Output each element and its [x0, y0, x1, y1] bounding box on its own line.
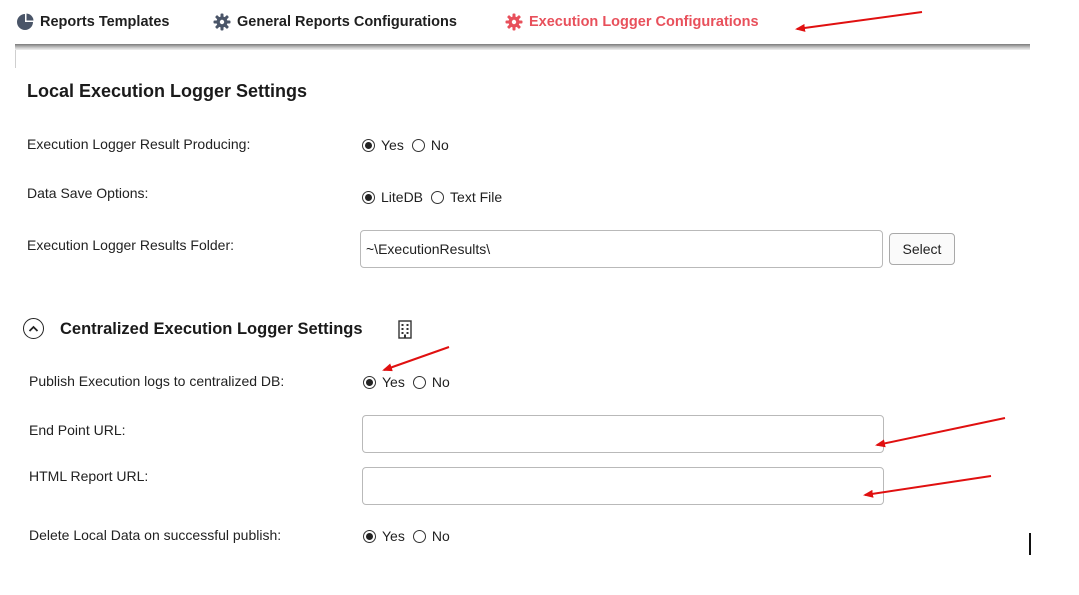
delete-local-no-radio[interactable] [412, 529, 426, 543]
annotation-arrow-endpoint [875, 417, 1006, 448]
delete-local-yes-radio[interactable] [363, 529, 376, 543]
endpoint-url-label: End Point URL: [29, 422, 126, 438]
text-file-radio[interactable] [431, 190, 445, 204]
publish-radio-group: Yes No [363, 374, 458, 390]
text-cursor [1029, 533, 1031, 555]
delete-local-radio-group: Yes No [363, 528, 458, 544]
tab-general-reports-configurations[interactable]: General Reports Configurations [213, 10, 457, 34]
result-producing-yes-radio[interactable] [362, 138, 375, 152]
tab-label: Execution Logger Configurations [529, 14, 759, 30]
results-folder-label: Execution Logger Results Folder: [27, 237, 234, 253]
save-options-label: Data Save Options: [27, 185, 149, 201]
panel-edge [15, 50, 16, 68]
pie-chart-icon [16, 13, 34, 31]
yes-label: Yes [382, 528, 405, 544]
central-settings-title: Centralized Execution Logger Settings [60, 320, 363, 338]
publish-no-radio[interactable] [412, 375, 426, 389]
litedb-label: LiteDB [381, 189, 424, 205]
yes-label: Yes [381, 137, 404, 153]
yes-label: Yes [382, 374, 405, 390]
html-report-url-label: HTML Report URL: [29, 468, 149, 484]
gear-icon [505, 13, 523, 31]
no-label: No [430, 137, 449, 153]
collapse-toggle-button[interactable] [23, 318, 44, 339]
html-report-url-input[interactable] [362, 467, 884, 505]
chevron-up-icon [28, 325, 39, 332]
annotation-arrow-publish [382, 346, 450, 372]
text-file-label: Text File [450, 189, 503, 205]
endpoint-url-input[interactable] [362, 415, 884, 453]
tab-label: Reports Templates [40, 14, 170, 30]
tab-label: General Reports Configurations [237, 14, 457, 30]
delete-local-label: Delete Local Data on successful publish: [29, 527, 282, 543]
result-producing-no-radio[interactable] [411, 138, 425, 152]
select-folder-button[interactable]: Select [889, 233, 955, 265]
result-producing-label: Execution Logger Result Producing: [27, 136, 251, 152]
publish-label: Publish Execution logs to centralized DB… [29, 373, 285, 389]
tab-execution-logger-configurations[interactable]: Execution Logger Configurations [505, 10, 759, 34]
litedb-radio[interactable] [362, 190, 375, 204]
publish-yes-radio[interactable] [363, 375, 376, 389]
tab-bar: Reports Templates General Reports Config… [0, 0, 1030, 46]
save-options-radio-group: LiteDB Text File [362, 189, 510, 205]
tab-reports-templates[interactable]: Reports Templates [16, 10, 169, 34]
gear-icon [213, 13, 231, 31]
no-label: No [431, 374, 450, 390]
no-label: No [431, 528, 450, 544]
result-producing-radio-group: Yes No [362, 137, 457, 153]
tab-underline [15, 44, 1030, 50]
results-folder-input[interactable]: ~\ExecutionResults\ [360, 230, 883, 268]
local-settings-title: Local Execution Logger Settings [27, 81, 308, 101]
building-icon [397, 320, 413, 344]
